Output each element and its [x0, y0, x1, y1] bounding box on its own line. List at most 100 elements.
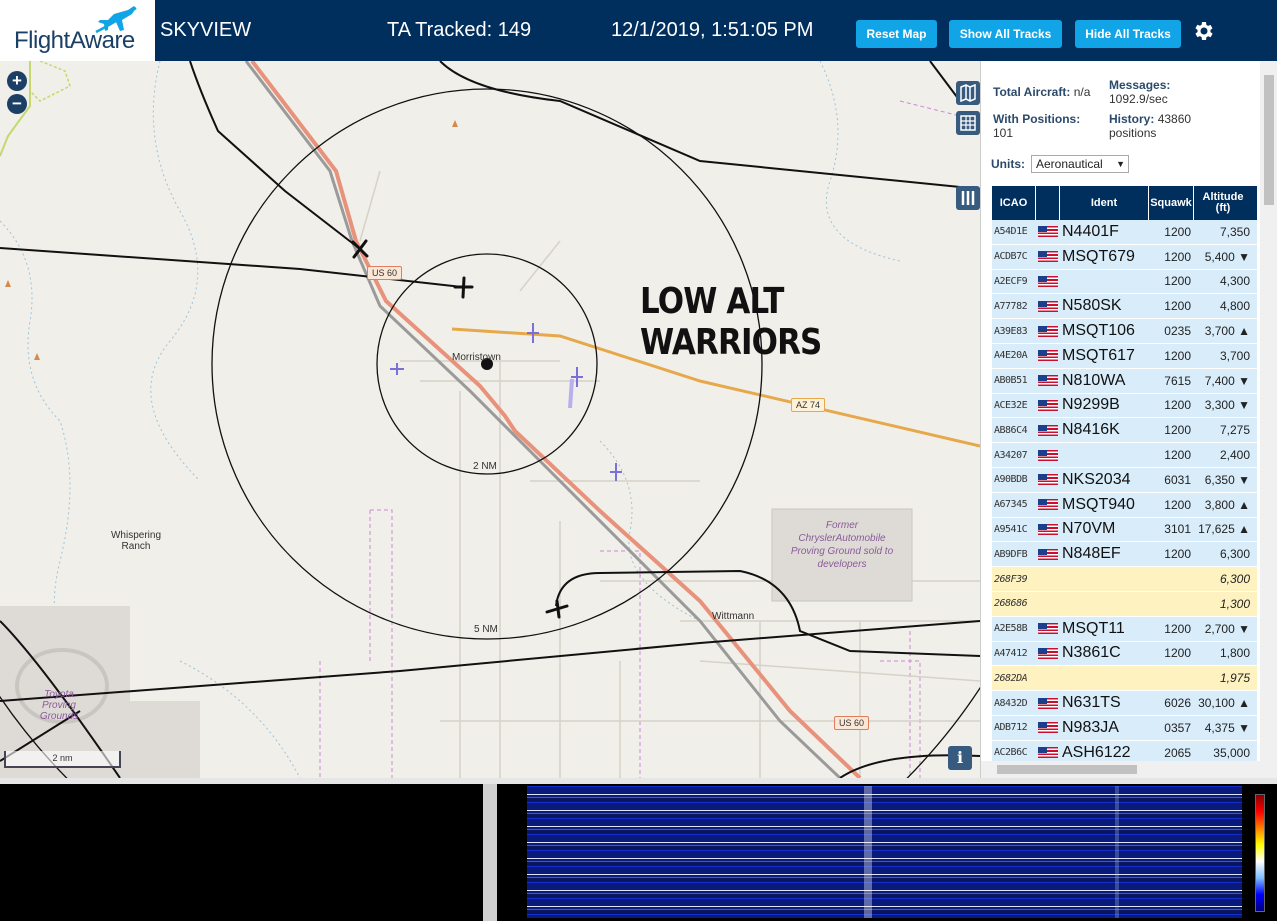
cell-squawk: 6026 — [1164, 696, 1191, 711]
cell-icao: 268686 — [994, 598, 1028, 610]
scrollbar-hthumb[interactable] — [997, 765, 1137, 774]
us-flag-icon — [1038, 300, 1058, 312]
cell-squawk: 1200 — [1164, 348, 1191, 363]
map-layers-button[interactable] — [956, 81, 980, 105]
cell-altitude: 35,000 — [1213, 745, 1250, 760]
columns-toggle-button[interactable] — [956, 186, 980, 210]
us-flag-icon — [1038, 747, 1058, 759]
cell-ident: MSQT940 — [1062, 495, 1135, 513]
cell-flag — [1036, 567, 1060, 591]
table-row[interactable]: AB0B51 N810WA 7615 7,400 ▼ — [992, 368, 1257, 394]
cell-squawk: 1200 — [1164, 274, 1191, 289]
info-button[interactable]: i — [948, 746, 972, 770]
map-icon — [960, 83, 976, 103]
cell-icao: A2ECF9 — [994, 275, 1028, 287]
cell-altitude: 3,300 ▼ — [1204, 398, 1250, 413]
cell-ident: N3861C — [1062, 644, 1121, 662]
table-row[interactable]: AB86C4 N8416K 1200 7,275 — [992, 418, 1257, 444]
cell-flag — [1036, 493, 1060, 517]
reset-map-button[interactable]: Reset Map — [856, 20, 937, 48]
us-flag-icon — [1038, 548, 1058, 560]
place-former-chrysler: Former ChryslerAutomobile Proving Ground… — [790, 520, 894, 570]
table-row[interactable]: 268F39 6,300 — [992, 567, 1257, 592]
total-aircraft-label: Total Aircraft: — [993, 85, 1071, 99]
col-squawk[interactable]: Squawk — [1149, 186, 1194, 220]
table-row[interactable]: A54D1E N4401F 1200 7,350 — [992, 220, 1257, 245]
cell-ident: N631TS — [1062, 694, 1121, 712]
total-aircraft: Total Aircraft: n/a — [993, 85, 1090, 99]
ring-label-inner: 2 NM — [473, 461, 497, 472]
us-flag-icon — [1038, 399, 1058, 411]
panel-vertical-scrollbar[interactable] — [1260, 61, 1277, 778]
cell-squawk: 1200 — [1164, 299, 1191, 314]
table-row[interactable]: A39E83 MSQT106 0235 3,700 ▲ — [992, 319, 1257, 344]
table-row[interactable]: A4E20A MSQT617 1200 3,700 — [992, 343, 1257, 369]
us-flag-icon — [1038, 647, 1058, 659]
map-grid-button[interactable] — [956, 111, 980, 135]
table-row[interactable]: A90BDB NKS2034 6031 6,350 ▼ — [992, 467, 1257, 493]
gear-icon[interactable] — [1191, 19, 1215, 43]
table-row[interactable]: A47412 N3861C 1200 1,800 — [992, 641, 1257, 667]
az74-shield: AZ 74 — [791, 398, 826, 412]
table-row[interactable]: ACE32E N9299B 1200 3,300 ▼ — [992, 393, 1257, 419]
zoom-in-button[interactable]: + — [7, 71, 27, 91]
cell-flag — [1036, 294, 1060, 318]
cell-ident: NKS2034 — [1062, 470, 1131, 488]
table-row[interactable]: AB9DFB N848EF 1200 6,300 — [992, 542, 1257, 568]
cell-squawk: 1200 — [1164, 398, 1191, 413]
us-flag-icon — [1038, 226, 1058, 238]
col-icao[interactable]: ICAO — [992, 186, 1036, 220]
cell-icao: AC2B6C — [994, 747, 1028, 759]
cell-squawk: 1200 — [1164, 621, 1191, 636]
col-ident[interactable]: Ident — [1060, 186, 1149, 220]
cell-flag — [1036, 220, 1060, 244]
cell-squawk: 0235 — [1164, 324, 1191, 339]
cell-flag — [1036, 642, 1060, 666]
cell-altitude: 2,700 ▼ — [1204, 621, 1250, 636]
map-view[interactable]: + − LOW ALT WARRIORS 2 NM 5 NM Morristow… — [0, 61, 980, 778]
cell-flag — [1036, 691, 1060, 715]
history: History: 43860 positions — [1109, 112, 1219, 140]
col-altitude[interactable]: Altitude (ft) — [1194, 186, 1252, 220]
cell-altitude: 6,300 — [1219, 572, 1250, 587]
table-row[interactable]: 268686 1,300 — [992, 591, 1257, 617]
cell-ident: MSQT617 — [1062, 346, 1135, 364]
hide-all-tracks-button[interactable]: Hide All Tracks — [1075, 20, 1181, 48]
table-row[interactable]: A2ECF9 1200 4,300 — [992, 269, 1257, 295]
zoom-out-button[interactable]: − — [7, 94, 27, 114]
pane-divider[interactable] — [483, 784, 497, 921]
table-row[interactable]: A77782 N580SK 1200 4,800 — [992, 294, 1257, 320]
units-select[interactable]: Aeronautical ▼ — [1031, 155, 1129, 173]
us-flag-icon — [1038, 350, 1058, 362]
cell-icao: ACDB7C — [994, 251, 1028, 263]
cell-ident: MSQT11 — [1062, 619, 1125, 637]
cell-icao: A39E83 — [994, 325, 1028, 337]
cell-altitude: 1,800 — [1219, 646, 1250, 661]
table-row[interactable]: ACDB7C MSQT679 1200 5,400 ▼ — [992, 244, 1257, 270]
logo-text: FlightAware — [14, 27, 135, 54]
cell-squawk: 1200 — [1164, 423, 1191, 438]
table-row[interactable]: A8432D N631TS 6026 30,100 ▲ — [992, 691, 1257, 716]
cell-altitude: 17,625 ▲ — [1198, 522, 1250, 537]
table-row[interactable]: ADB712 N983JA 0357 4,375 ▼ — [992, 715, 1257, 741]
place-wittmann: Wittmann — [712, 611, 755, 622]
cell-flag — [1036, 319, 1060, 343]
skyview-app: FlightAware SKYVIEW TA Tracked: 149 12/1… — [0, 0, 1277, 921]
panel-horizontal-scrollbar[interactable] — [981, 761, 1261, 778]
cell-altitude: 6,300 — [1219, 547, 1250, 562]
table-row[interactable]: A2E58B MSQT11 1200 2,700 ▼ — [992, 616, 1257, 642]
table-row[interactable]: A34207 1200 2,400 — [992, 443, 1257, 468]
scrollbar-thumb[interactable] — [1264, 75, 1274, 205]
col-flag[interactable] — [1036, 186, 1060, 220]
cell-ident: MSQT679 — [1062, 247, 1135, 265]
cell-icao: AB0B51 — [994, 375, 1028, 387]
flightaware-logo[interactable]: FlightAware — [0, 0, 155, 61]
table-row[interactable]: 2682DA 1,975 — [992, 666, 1257, 692]
show-all-tracks-button[interactable]: Show All Tracks — [949, 20, 1062, 48]
top-bar: FlightAware SKYVIEW TA Tracked: 149 12/1… — [0, 0, 1277, 61]
cell-squawk: 1200 — [1164, 249, 1191, 264]
table-row[interactable]: A67345 MSQT940 1200 3,800 ▲ — [992, 492, 1257, 518]
cell-squawk: 6031 — [1164, 472, 1191, 487]
cell-flag — [1036, 518, 1060, 542]
table-row[interactable]: A9541C N70VM 3101 17,625 ▲ — [992, 517, 1257, 543]
